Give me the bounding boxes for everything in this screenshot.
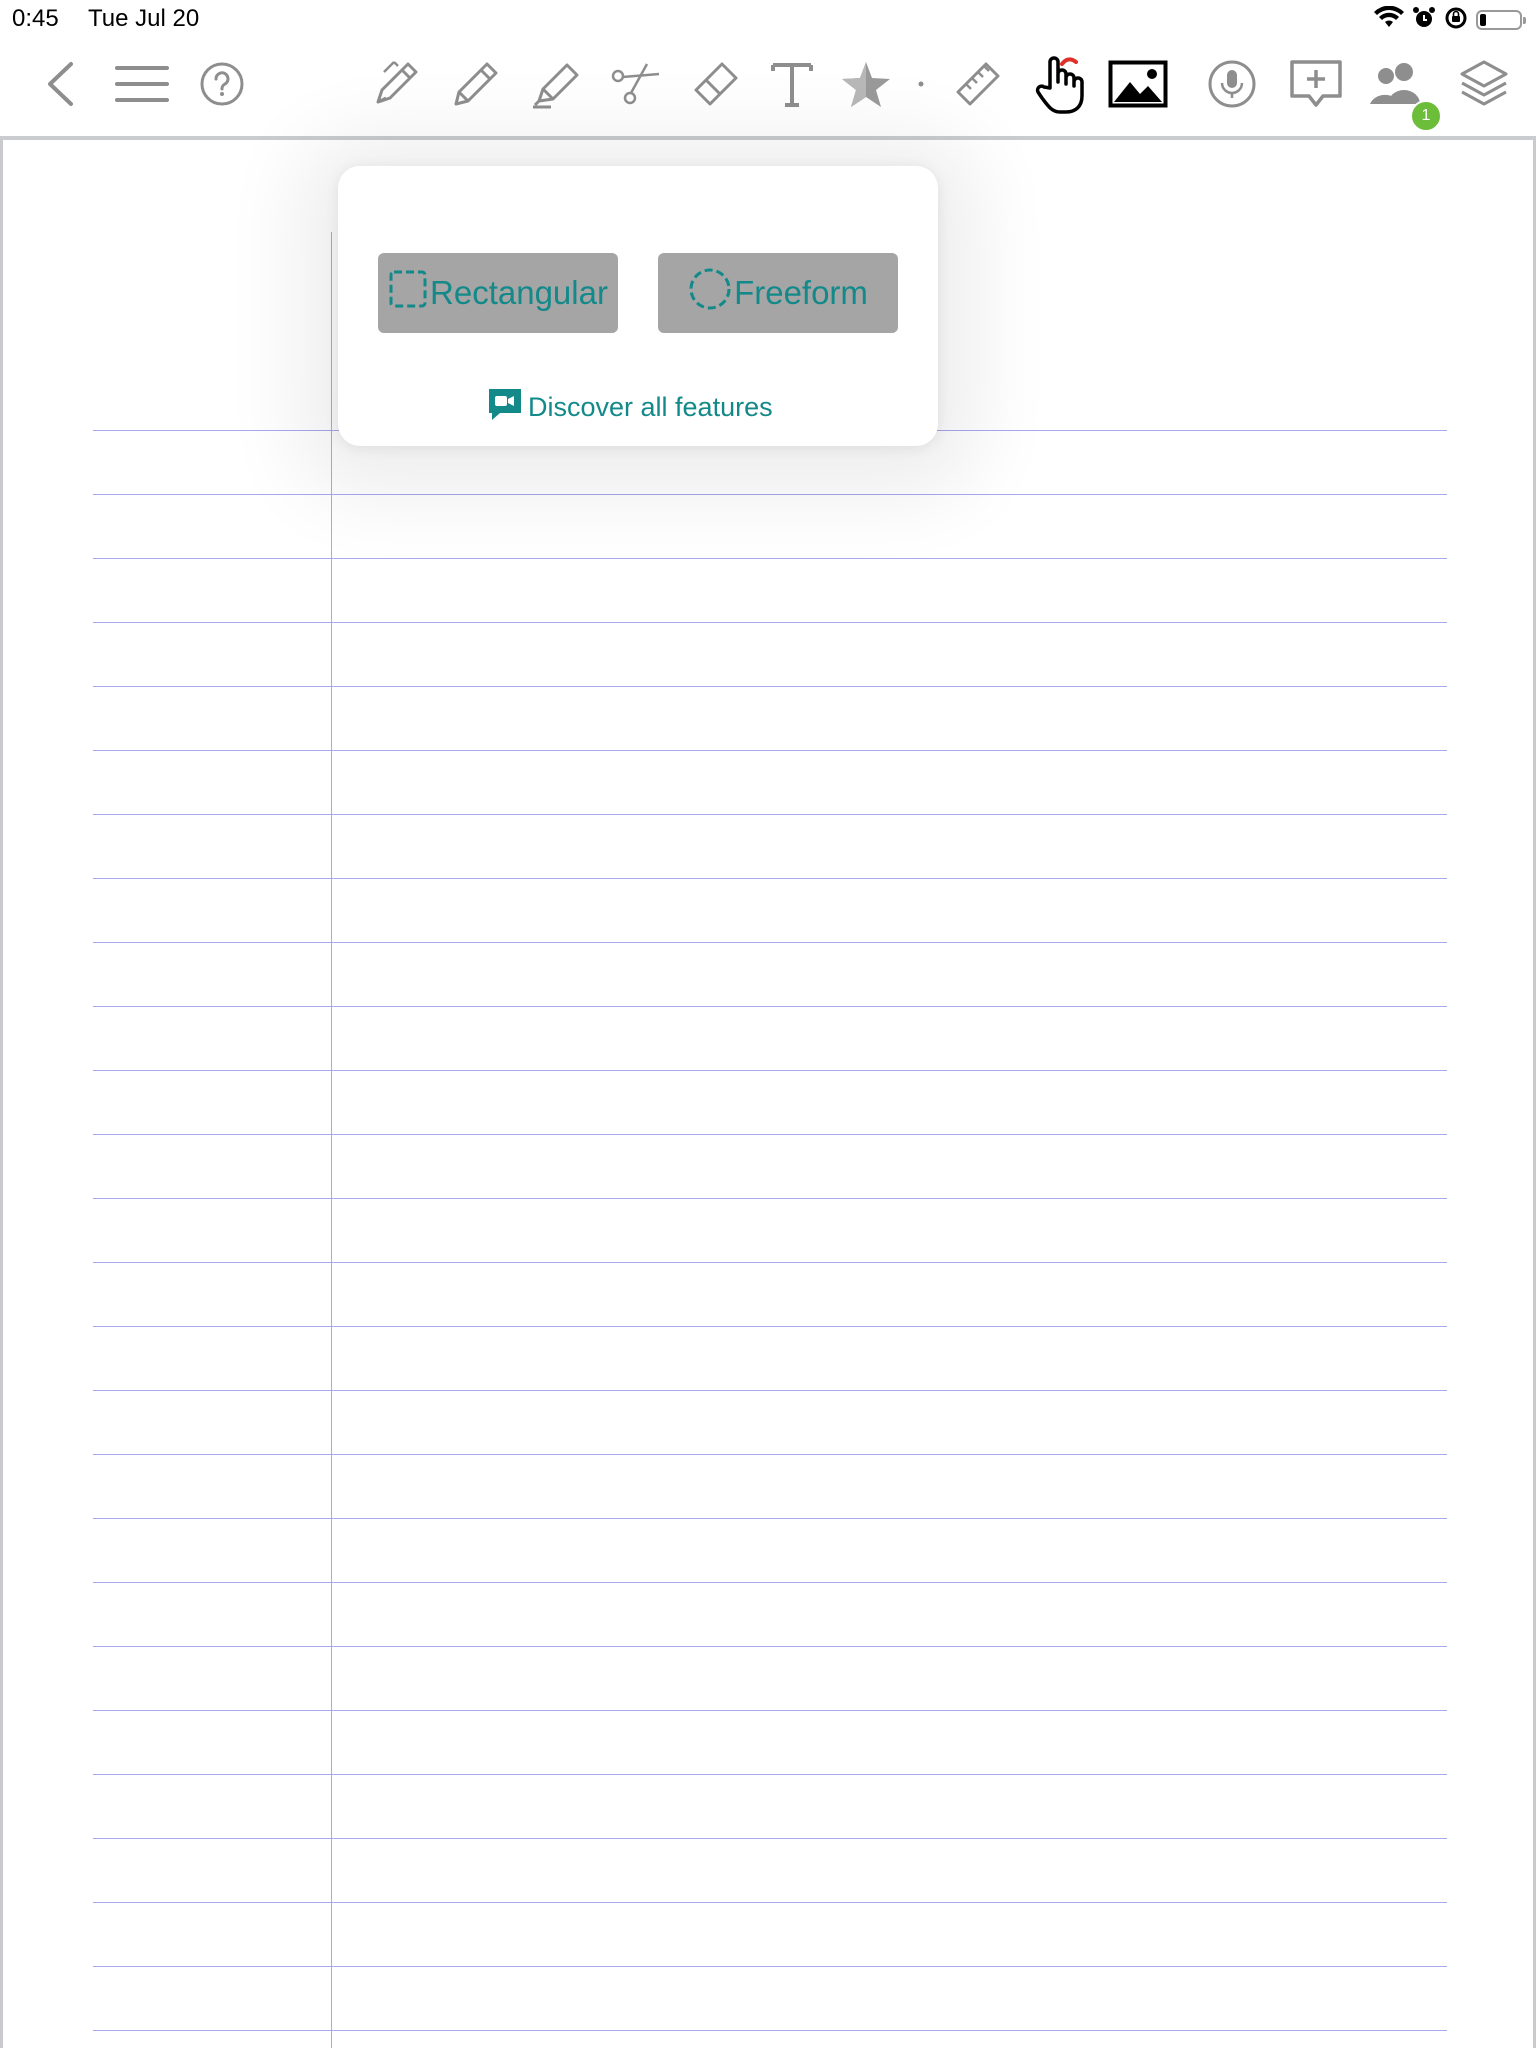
fountain-pen-icon (370, 58, 422, 110)
collaborators-icon (1366, 60, 1426, 108)
status-bar: 0:45 Tue Jul 20 (0, 0, 1536, 40)
status-date: Tue Jul 20 (88, 5, 200, 32)
ruled-line (93, 1646, 1447, 1647)
ruled-line (93, 494, 1447, 495)
menu-button[interactable] (112, 54, 172, 114)
battery-icon (1476, 10, 1526, 30)
ruled-line (93, 1198, 1447, 1199)
ruled-line (93, 1774, 1447, 1775)
freeform-label: Freeform (734, 274, 868, 311)
freeform-select-icon (688, 267, 732, 319)
ruled-line (93, 878, 1447, 879)
ruler-icon (952, 58, 1004, 110)
page-margin-line (331, 232, 332, 2048)
ruled-line (93, 1390, 1447, 1391)
shapes-tool[interactable] (836, 54, 896, 114)
ruled-line (93, 1134, 1447, 1135)
scissors-icon (609, 60, 663, 108)
pencil-icon (450, 58, 502, 110)
ruled-line (93, 622, 1447, 623)
status-time: 0:45 (12, 5, 59, 32)
layers-button[interactable] (1454, 54, 1514, 114)
popover-arrow (620, 142, 660, 168)
back-icon (45, 61, 75, 107)
ruled-line (93, 686, 1447, 687)
highlighter-tool[interactable] (526, 54, 586, 114)
ruled-line (93, 1454, 1447, 1455)
toolbar: 1 (0, 40, 1536, 140)
video-tutorial-icon (486, 386, 524, 429)
layers-icon (1458, 58, 1510, 110)
ruled-line (93, 1838, 1447, 1839)
rectangle-select-icon (388, 269, 428, 317)
text-icon (769, 59, 815, 109)
alarm-icon (1412, 6, 1436, 35)
ruled-line (93, 1070, 1447, 1071)
ruled-line (93, 750, 1447, 751)
hand-tool[interactable] (1030, 54, 1090, 114)
rectangular-lasso-button[interactable]: Rectangular (378, 253, 618, 333)
help-button[interactable] (192, 54, 252, 114)
lasso-mode-popover: Rectangular Freeform Discover all featur… (338, 166, 938, 446)
ruled-line (93, 1518, 1447, 1519)
orientation-lock-icon (1444, 6, 1468, 35)
discover-features-label: Discover all features (528, 392, 773, 422)
fountain-pen-tool[interactable] (366, 54, 426, 114)
ruled-line (93, 558, 1447, 559)
ruled-line (93, 1326, 1447, 1327)
status-icons (1374, 5, 1526, 35)
text-tool[interactable] (762, 54, 822, 114)
highlighter-icon (529, 57, 583, 111)
add-comment-icon (1289, 59, 1343, 109)
wifi-icon (1374, 5, 1404, 35)
ruled-line (93, 1710, 1447, 1711)
microphone-icon (1207, 59, 1257, 109)
record-audio-button[interactable] (1202, 54, 1262, 114)
ruled-line (93, 1966, 1447, 1967)
hand-icon (1032, 54, 1088, 114)
ruled-line (93, 1262, 1447, 1263)
star-shapes-icon (838, 58, 894, 110)
pencil-tool[interactable] (446, 54, 506, 114)
insert-image-button[interactable] (1108, 54, 1168, 114)
lasso-scissors-tool[interactable] (606, 54, 666, 114)
eraser-tool[interactable] (686, 54, 746, 114)
tool-separator (906, 54, 936, 114)
ruled-line (93, 1006, 1447, 1007)
rectangular-label: Rectangular (430, 274, 608, 311)
ruled-line (93, 1582, 1447, 1583)
freeform-lasso-button[interactable]: Freeform (658, 253, 898, 333)
collaborators-badge: 1 (1410, 100, 1442, 132)
add-comment-button[interactable] (1286, 54, 1346, 114)
help-icon (200, 62, 244, 106)
menu-icon (115, 65, 169, 103)
ruled-line (93, 942, 1447, 943)
discover-features-link[interactable]: Discover all features (486, 386, 773, 429)
ruled-line (93, 814, 1447, 815)
back-button[interactable] (30, 54, 90, 114)
ruled-line (93, 1902, 1447, 1903)
ruler-tool[interactable] (948, 54, 1008, 114)
image-icon (1108, 60, 1168, 108)
ruled-line (93, 2030, 1447, 2031)
eraser-icon (690, 58, 742, 110)
